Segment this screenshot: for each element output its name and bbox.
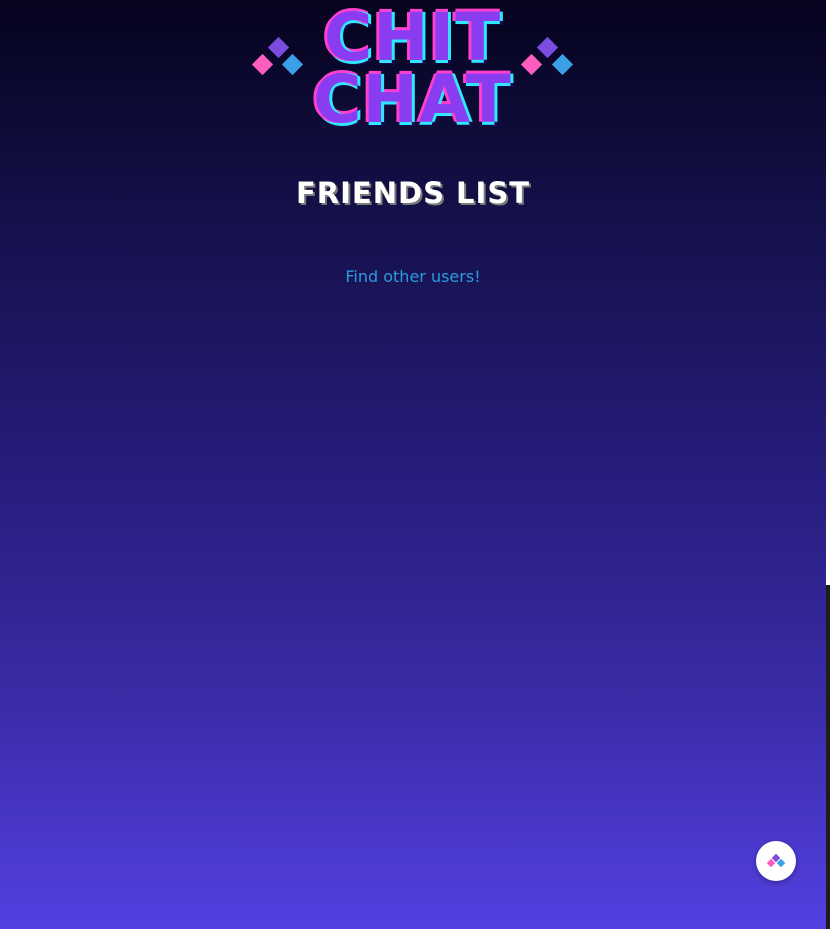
logo-diamond-purple-right-icon (536, 36, 559, 59)
logo-diamond-purple-left-icon (267, 36, 290, 59)
window-edge (826, 0, 830, 929)
logo-line-1: CHIT (323, 0, 502, 76)
fab-diamond-blue-icon (776, 858, 786, 868)
logo-wordmark: CHIT CHAT (290, 0, 535, 138)
logo-diamond-pink-left-icon (251, 53, 274, 76)
floating-action-button[interactable] (756, 841, 796, 881)
page-title: FRIENDS LIST (295, 176, 530, 210)
logo-line-2: CHAT (313, 61, 512, 138)
chit-chat-logo: CHIT CHAT (245, 0, 580, 146)
logo-diamond-blue-right-icon (551, 53, 574, 76)
find-other-users-link[interactable]: Find other users! (0, 267, 826, 286)
window-edge-light (826, 0, 830, 585)
